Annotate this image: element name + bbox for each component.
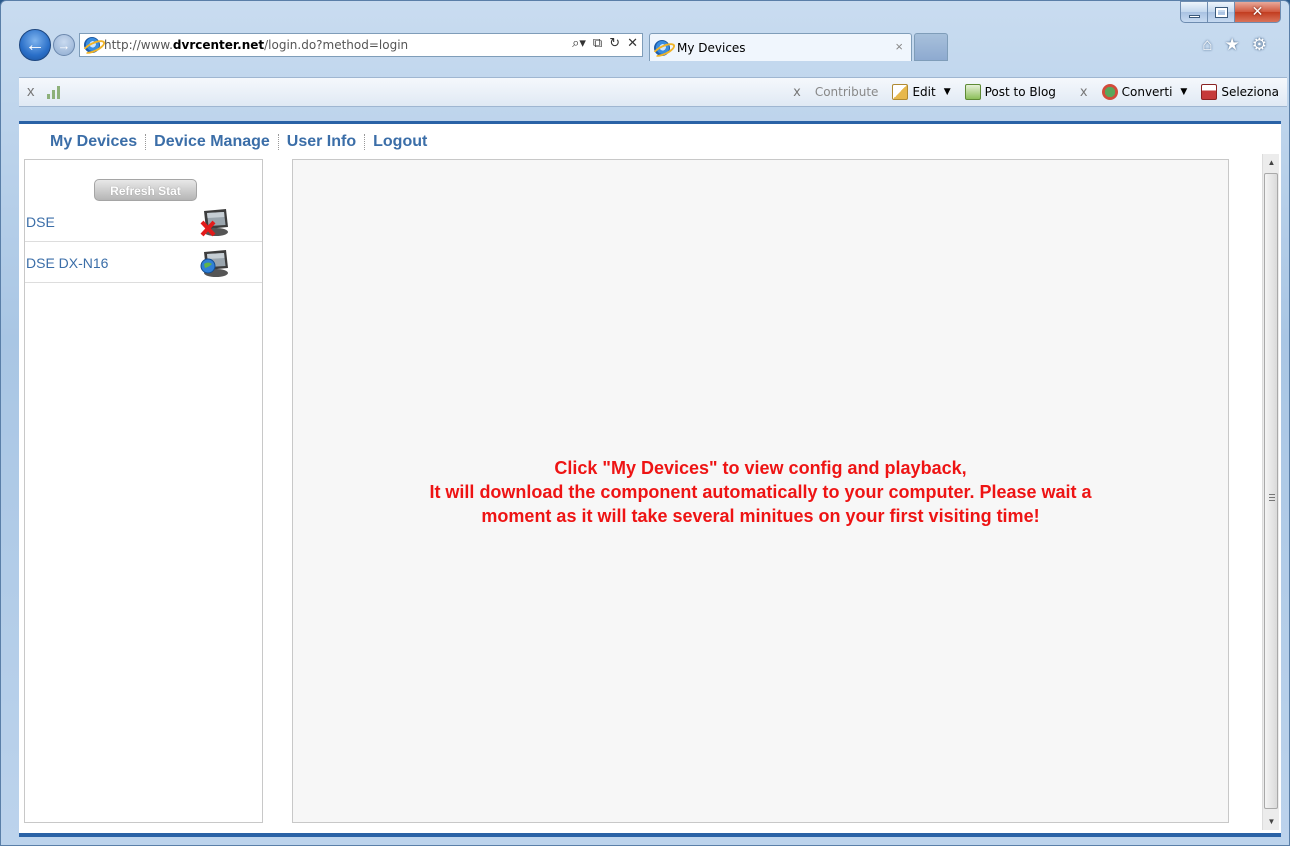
forward-arrow-icon: → — [57, 37, 71, 53]
minimize-icon — [1188, 14, 1200, 18]
chevron-down-icon: ▼ — [943, 87, 951, 97]
nav-separator — [364, 134, 366, 150]
tab-ie-icon — [654, 39, 670, 56]
browser-window: ✕ ← → http://www.dvrcenter.net/login.do?… — [0, 0, 1290, 846]
message-line: It will download the component automatic… — [429, 482, 1092, 502]
nav-user-info[interactable]: User Info — [287, 133, 356, 151]
maximize-button[interactable] — [1208, 1, 1235, 23]
post-to-blog-label: Post to Blog — [984, 85, 1056, 99]
vertical-scrollbar[interactable]: ▲ ▼ — [1262, 154, 1279, 830]
seleziona-label: Seleziona — [1221, 85, 1279, 99]
window-caption-buttons: ✕ — [1180, 1, 1281, 25]
message-line: moment as it will take several minitues … — [481, 506, 1040, 526]
forward-button[interactable]: → — [53, 34, 75, 56]
refresh-status-button[interactable]: Refresh Stat — [94, 179, 197, 201]
converti-close-icon[interactable]: x — [1080, 85, 1088, 100]
search-icon[interactable]: ⌕▾ — [572, 36, 586, 51]
device-row-dse-dx-n16[interactable]: DSE DX-N16 — [25, 243, 262, 283]
url-text[interactable]: http://www.dvrcenter.net/login.do?method… — [104, 38, 408, 52]
stop-icon[interactable]: ✕ — [627, 36, 638, 51]
close-window-button[interactable]: ✕ — [1235, 1, 1281, 23]
address-bar-tools: ⌕▾ ⧉ ↻ ✕ — [572, 36, 638, 51]
new-tab-button[interactable] — [914, 33, 948, 61]
back-arrow-icon: ← — [25, 33, 45, 56]
converti-label: Converti — [1121, 85, 1173, 99]
address-bar[interactable]: http://www.dvrcenter.net/login.do?method… — [79, 33, 643, 57]
nav-device-manage[interactable]: Device Manage — [154, 133, 270, 151]
tab-title: My Devices — [677, 40, 746, 55]
url-domain: dvrcenter.net — [172, 38, 265, 52]
message-line: Click "My Devices" to view config and pl… — [554, 458, 967, 478]
device-sidebar: Refresh Stat DSE DSE DX-N16 — [24, 159, 263, 823]
converti-icon — [1101, 84, 1118, 100]
post-to-blog-button[interactable]: Post to Blog — [964, 84, 1056, 100]
scroll-up-icon[interactable]: ▲ — [1263, 154, 1280, 171]
browser-right-icons: ⌂ ★ ⚙ — [1202, 35, 1267, 55]
signal-icon — [46, 85, 60, 99]
refresh-icon[interactable]: ↻ — [609, 36, 620, 51]
url-prefix: http://www. — [104, 38, 173, 52]
viewport-bottom-border — [19, 833, 1281, 837]
site-nav: My Devices Device Manage User Info Logou… — [50, 133, 427, 151]
device-offline-icon — [200, 209, 228, 237]
contribute-close-icon[interactable]: x — [793, 85, 801, 100]
favorites-icon[interactable]: ★ — [1225, 35, 1240, 55]
tab-my-devices[interactable]: My Devices × — [649, 33, 912, 61]
ie-page-icon — [84, 37, 100, 53]
maximize-icon — [1214, 6, 1228, 18]
nav-my-devices[interactable]: My Devices — [50, 133, 137, 151]
edit-button[interactable]: Edit ▼ — [892, 84, 951, 100]
nav-logout[interactable]: Logout — [373, 133, 427, 151]
page-viewport: My Devices Device Manage User Info Logou… — [19, 121, 1281, 837]
contribute-button[interactable]: Contribute — [815, 85, 879, 99]
seleziona-button[interactable]: Seleziona — [1201, 84, 1279, 100]
browser-navigation-row: ← → http://www.dvrcenter.net/login.do?me… — [19, 29, 1289, 61]
nav-separator — [277, 134, 279, 150]
grip-icon — [1269, 494, 1275, 501]
device-name[interactable]: DSE — [26, 214, 55, 230]
scroll-down-icon[interactable]: ▼ — [1263, 813, 1280, 830]
instruction-message: Click "My Devices" to view config and pl… — [293, 456, 1228, 528]
minimize-button[interactable] — [1180, 1, 1208, 23]
tools-icon[interactable]: ⚙ — [1252, 35, 1267, 55]
device-name[interactable]: DSE DX-N16 — [26, 255, 108, 271]
nav-separator — [145, 134, 147, 150]
toolbar-left: x — [27, 83, 60, 100]
tab-close-icon[interactable]: × — [895, 39, 903, 54]
scrollbar-thumb[interactable] — [1264, 173, 1278, 809]
compat-icon[interactable]: ⧉ — [593, 36, 602, 51]
toolbar-close-icon[interactable]: x — [27, 83, 35, 100]
url-path: /login.do?method=login — [264, 38, 409, 52]
pdf-select-icon — [1201, 84, 1218, 100]
close-icon: ✕ — [1251, 4, 1264, 20]
converti-button[interactable]: Converti ▼ — [1101, 84, 1188, 100]
edit-icon — [892, 84, 909, 100]
command-toolbar: x x Contribute Edit ▼ Post to Blog x Conv… — [19, 77, 1287, 107]
device-row-dse[interactable]: DSE — [25, 202, 262, 242]
device-online-icon — [200, 250, 228, 277]
home-icon[interactable]: ⌂ — [1202, 35, 1212, 55]
blog-icon — [964, 84, 981, 100]
edit-label: Edit — [912, 85, 936, 99]
back-button[interactable]: ← — [19, 29, 51, 61]
content-panel: Click "My Devices" to view config and pl… — [292, 159, 1229, 823]
toolbar-right: x Contribute Edit ▼ Post to Blog x Conver… — [793, 84, 1279, 100]
chevron-down-icon: ▼ — [1180, 87, 1188, 97]
